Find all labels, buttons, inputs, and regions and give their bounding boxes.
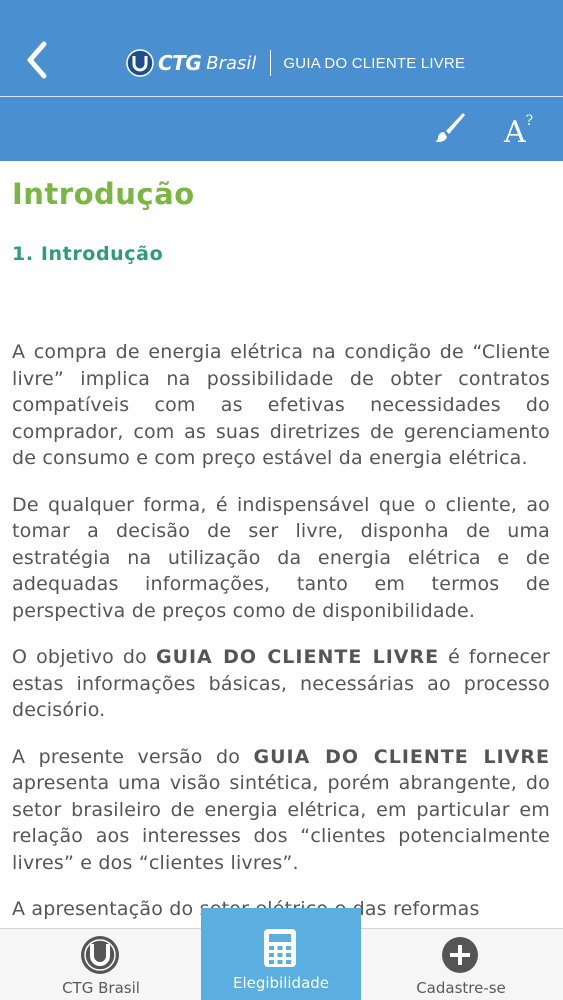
article-body: A compra de energia elétrica na condição… <box>12 339 550 928</box>
app-header: CTG Brasil GUIA DO CLIENTE LIVRE <box>0 0 563 97</box>
paragraph: A compra de energia elétrica na condição… <box>12 341 550 469</box>
chevron-left-icon <box>27 41 47 79</box>
back-button[interactable] <box>20 38 56 82</box>
paragraph: A presente versão do GUIA DO CLIENTE LIV… <box>12 745 550 874</box>
reader-toolbar: A? <box>0 97 563 161</box>
page-title: Introdução <box>12 177 195 211</box>
paragraph: O objetivo do GUIA DO CLIENTE LIVRE é fo… <box>12 646 550 721</box>
tab-label: Cadastre-se <box>416 979 506 997</box>
guide-name-emphasis: GUIA DO CLIENTE LIVRE <box>253 745 550 768</box>
article-content[interactable]: Introdução 1. Introdução A compra de ene… <box>0 161 563 928</box>
logo-divider <box>270 50 272 76</box>
tab-label: Elegibilidade <box>232 974 330 992</box>
logo-country-text: Brasil <box>206 52 257 74</box>
brush-icon <box>435 113 465 142</box>
section-title: 1. Introdução <box>12 243 164 265</box>
paragraph: De qualquer forma, é indispensável que o… <box>12 493 550 622</box>
plus-circle-icon <box>442 937 478 973</box>
tab-ctg-brasil[interactable]: CTG Brasil <box>21 929 181 1000</box>
ctg-logo-icon <box>126 49 154 77</box>
logo-brand-text: CTG <box>158 51 202 75</box>
font-size-icon: A? <box>504 113 534 150</box>
header-logo: CTG Brasil GUIA DO CLIENTE LIVRE <box>126 46 465 80</box>
tab-cadastre-se[interactable]: Cadastre-se <box>381 929 541 1000</box>
guide-name-emphasis: GUIA DO CLIENTE LIVRE <box>155 646 440 668</box>
ctg-logo-icon <box>81 936 119 974</box>
theme-button[interactable] <box>432 109 468 145</box>
tab-elegibilidade[interactable]: Elegibilidade <box>201 908 361 1000</box>
calculator-icon <box>264 929 296 967</box>
font-size-button[interactable]: A? <box>504 107 544 150</box>
app-title: GUIA DO CLIENTE LIVRE <box>283 54 466 72</box>
tab-label: CTG Brasil <box>62 979 140 997</box>
